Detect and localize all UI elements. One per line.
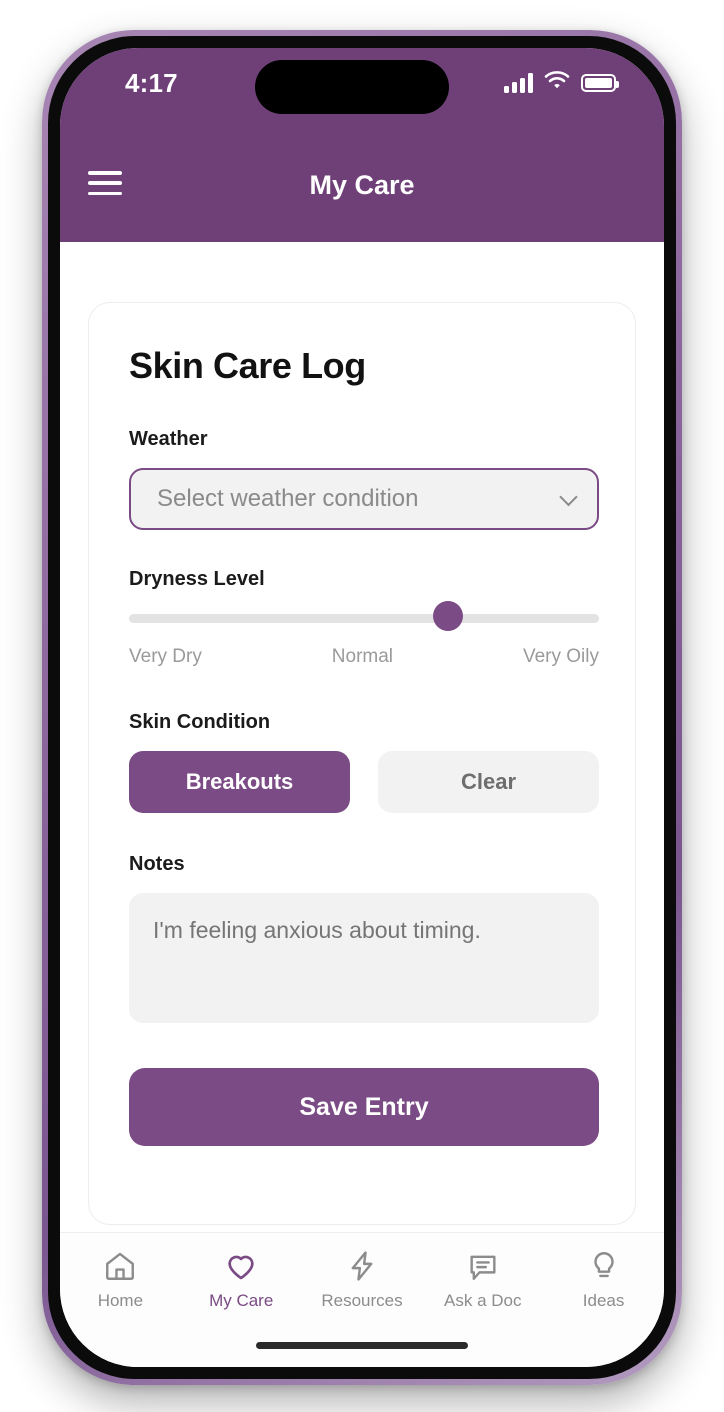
chevron-down-icon <box>559 487 578 507</box>
dryness-level-label: Dryness Level <box>129 568 265 590</box>
slider-track <box>129 614 599 623</box>
nav-label-home: Home <box>97 1291 144 1310</box>
skin-condition-label: Skin Condition <box>129 711 271 733</box>
skin-care-log-card: Skin Care Log Weather Select weather con… <box>88 302 636 1225</box>
slider-mid-label: Normal <box>331 646 394 667</box>
phone-screen: 4:17 My Care Skin Care Log Weather Selec… <box>60 48 664 1367</box>
save-entry-button[interactable]: Save Entry <box>129 1068 599 1146</box>
chat-bubble-icon <box>470 1255 496 1280</box>
card-title: Skin Care Log <box>129 345 366 386</box>
nav-item-resources[interactable]: Resources <box>306 1249 418 1311</box>
nav-label-my-care: My Care <box>209 1291 274 1310</box>
slider-max-label: Very Oily <box>522 646 599 667</box>
nav-item-my-care[interactable]: My Care <box>185 1249 297 1311</box>
nav-item-home[interactable]: Home <box>64 1249 176 1311</box>
screenshot-root: 4:17 My Care Skin Care Log Weather Selec… <box>0 0 724 1412</box>
notes-input[interactable] <box>129 893 599 1023</box>
skin-condition-options: Breakouts Clear <box>129 751 599 813</box>
weather-label: Weather <box>129 428 208 450</box>
notes-label: Notes <box>129 853 185 875</box>
page-title: My Care <box>309 170 415 200</box>
wifi-icon <box>544 70 570 95</box>
nav-label-ask-a-doc: Ask a Doc <box>444 1291 522 1310</box>
dryness-slider[interactable] <box>129 601 599 633</box>
slider-scale-labels: Very Dry Normal Very Oily <box>129 646 599 668</box>
skin-condition-breakouts-button[interactable]: Breakouts <box>129 751 350 813</box>
weather-select[interactable]: Select weather condition <box>129 468 599 530</box>
battery-icon <box>581 73 619 92</box>
content-area: Skin Care Log Weather Select weather con… <box>60 242 664 1232</box>
home-indicator <box>256 1342 468 1349</box>
nav-item-ideas[interactable]: Ideas <box>548 1249 660 1311</box>
signal-bars-icon <box>504 72 533 93</box>
heart-icon <box>228 1255 254 1280</box>
nav-label-ideas: Ideas <box>582 1291 625 1310</box>
skin-condition-clear-button[interactable]: Clear <box>378 751 599 813</box>
status-bar: 4:17 <box>60 48 664 126</box>
weather-select-value: Select weather condition <box>157 485 419 512</box>
lightbulb-icon <box>593 1252 614 1278</box>
home-icon <box>106 1252 135 1280</box>
status-icon-group <box>504 70 619 95</box>
app-header: My Care <box>60 126 664 242</box>
nav-label-resources: Resources <box>321 1291 403 1310</box>
slider-min-label: Very Dry <box>129 646 202 667</box>
dynamic-island <box>255 60 449 114</box>
nav-item-ask-a-doc[interactable]: Ask a Doc <box>427 1249 539 1311</box>
status-time: 4:17 <box>125 68 178 98</box>
lightning-bolt-icon <box>351 1251 373 1281</box>
slider-thumb[interactable] <box>432 601 463 631</box>
